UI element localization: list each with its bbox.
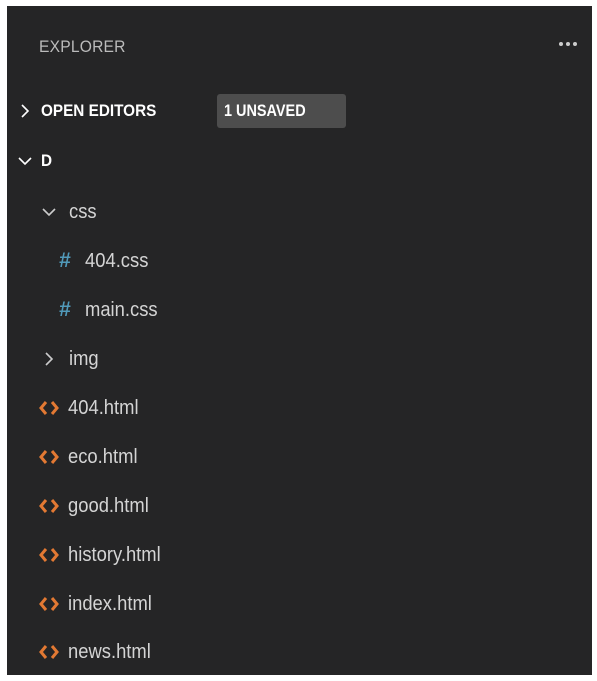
open-editors-title: OPEN EDITORS	[41, 101, 157, 120]
css-hash-icon: #	[59, 249, 71, 272]
explorer-panel: EXPLORER OPEN EDITORS 1 UNSAVED D css # …	[7, 6, 592, 675]
html-brackets-icon	[38, 545, 60, 565]
html-brackets-icon	[38, 398, 60, 418]
tree-file-main-css[interactable]: # main.css	[7, 286, 592, 334]
folder-d-header[interactable]: D	[7, 141, 592, 181]
tree-item-label: news.html	[68, 640, 151, 663]
tree-item-label: css	[69, 200, 97, 223]
tree-item-label: main.css	[85, 298, 158, 321]
explorer-title: EXPLORER	[39, 37, 126, 56]
chevron-down-icon	[13, 149, 37, 173]
tree-file-404-html[interactable]: 404.html	[7, 384, 592, 432]
more-dot-icon	[566, 42, 570, 46]
html-brackets-icon	[38, 642, 60, 662]
tree-item-label: good.html	[68, 494, 149, 517]
tree-item-label: history.html	[68, 543, 161, 566]
tree-file-404-css[interactable]: # 404.css	[7, 237, 592, 285]
tree-item-label: 404.html	[68, 396, 139, 419]
css-hash-icon: #	[59, 298, 71, 321]
more-actions-button[interactable]	[554, 30, 582, 58]
tree-folder-img[interactable]: img	[7, 335, 592, 383]
tree-file-eco-html[interactable]: eco.html	[7, 433, 592, 481]
tree-file-index-html[interactable]: index.html	[7, 580, 592, 628]
unsaved-badge: 1 UNSAVED	[217, 94, 346, 128]
more-dot-icon	[559, 42, 563, 46]
chevron-right-icon	[37, 347, 61, 371]
tree-file-good-html[interactable]: good.html	[7, 482, 592, 530]
open-editors-section-header[interactable]: OPEN EDITORS 1 UNSAVED	[7, 89, 592, 133]
chevron-down-icon	[37, 200, 61, 224]
html-brackets-icon	[38, 447, 60, 467]
unsaved-badge-label: 1 UNSAVED	[224, 101, 306, 120]
tree-item-label: eco.html	[68, 445, 138, 468]
tree-item-label: img	[69, 347, 99, 370]
tree-item-label: index.html	[68, 592, 152, 615]
tree-folder-css[interactable]: css	[7, 188, 592, 236]
more-dot-icon	[573, 42, 577, 46]
tree-file-history-html[interactable]: history.html	[7, 531, 592, 579]
html-brackets-icon	[38, 496, 60, 516]
folder-name: D	[41, 151, 53, 170]
html-brackets-icon	[38, 594, 60, 614]
tree-file-news-html[interactable]: news.html	[7, 628, 592, 675]
explorer-header: EXPLORER	[7, 6, 592, 92]
chevron-right-icon	[13, 99, 37, 123]
tree-item-label: 404.css	[85, 249, 149, 272]
